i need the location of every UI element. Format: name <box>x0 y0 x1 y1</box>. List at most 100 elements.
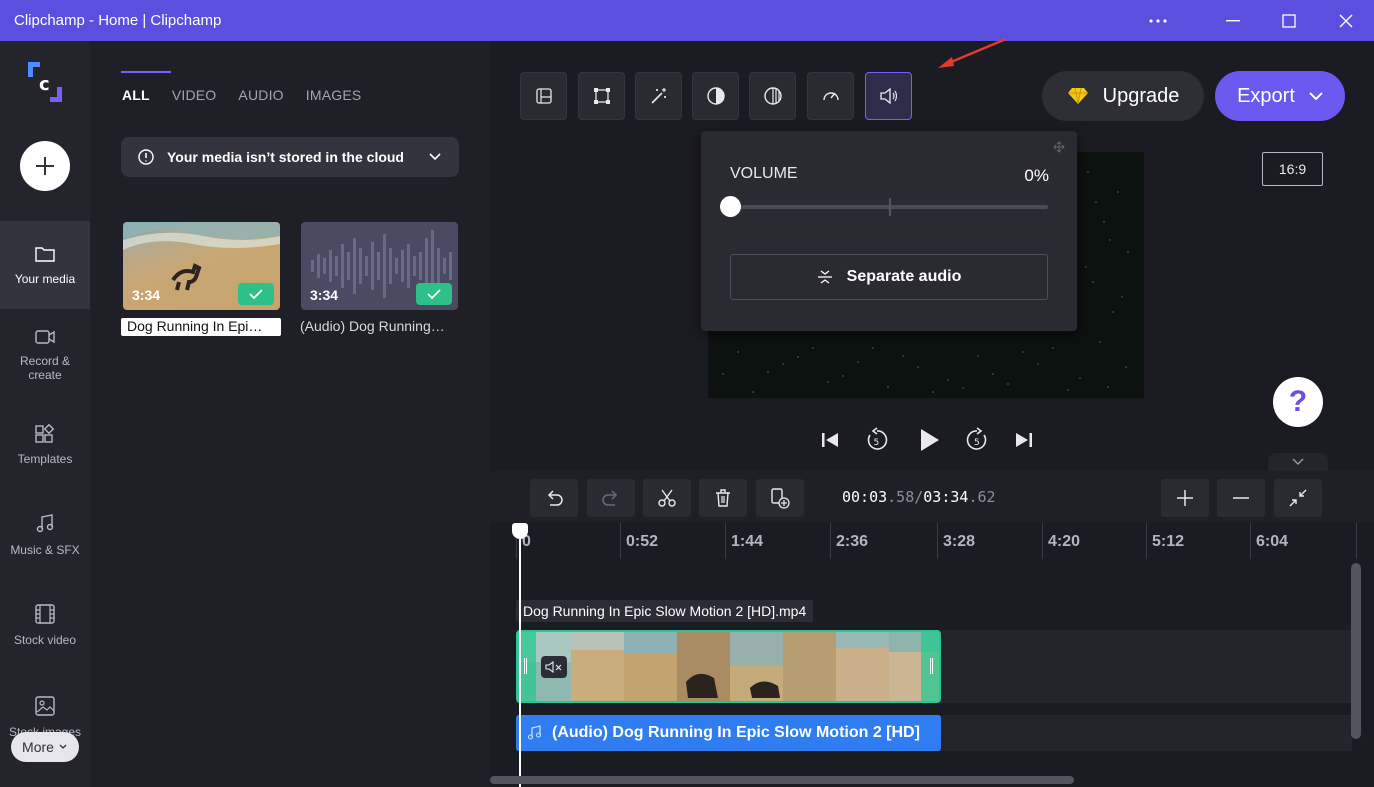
redo-button[interactable] <box>587 479 635 517</box>
tick-label: 4:20 <box>1048 533 1080 551</box>
zoom-in-button[interactable] <box>1161 479 1209 517</box>
more-button[interactable]: More <box>11 732 79 762</box>
trim-handle-left[interactable] <box>524 658 527 674</box>
timeline-tracks: Dog Running In Epic Slow Motion 2 [HD].m… <box>490 563 1374 787</box>
chevron-down-icon <box>1292 458 1304 466</box>
split-button[interactable] <box>643 479 691 517</box>
cloud-notice-text: Your media isn’t stored in the cloud <box>167 149 404 165</box>
tick-line <box>937 523 938 559</box>
play-button[interactable] <box>912 425 946 455</box>
rewind-5-icon: 5 <box>864 427 890 453</box>
sidebar-item-music-sfx[interactable]: Music & SFX <box>0 491 90 579</box>
filters-tool-button[interactable] <box>749 72 796 120</box>
check-icon <box>426 288 442 300</box>
tick-line <box>1356 523 1357 559</box>
media-item-name[interactable]: Dog Running In Epi… <box>121 318 281 336</box>
more-label: More <box>22 739 54 755</box>
check-icon <box>248 288 264 300</box>
clipchamp-logo[interactable]: c <box>22 59 68 105</box>
fit-timeline-button[interactable] <box>1274 479 1322 517</box>
skip-end-icon <box>1014 431 1034 449</box>
aspect-ratio-button[interactable]: 16:9 <box>1262 152 1323 186</box>
playhead[interactable] <box>519 523 521 787</box>
layout-tool-button[interactable] <box>520 72 567 120</box>
separate-audio-label: Separate audio <box>847 268 962 286</box>
annotation-arrow-icon <box>930 35 1010 75</box>
close-icon[interactable] <box>1318 0 1374 41</box>
rewind-5-button[interactable]: 5 <box>862 425 892 455</box>
contrast-icon <box>706 86 726 106</box>
forward-5-icon: 5 <box>964 427 990 453</box>
cloud-notice-banner[interactable]: Your media isn’t stored in the cloud <box>121 137 459 177</box>
volume-value: 0% <box>1024 166 1049 186</box>
drag-handle-icon[interactable] <box>1053 141 1065 153</box>
crop-tool-button[interactable] <box>578 72 625 120</box>
muted-badge[interactable] <box>541 656 567 678</box>
clip-name-label: Dog Running In Epic Slow Motion 2 [HD].m… <box>516 600 813 622</box>
sidebar-item-templates[interactable]: Templates <box>0 401 90 489</box>
duplicate-button[interactable] <box>756 479 804 517</box>
vertical-scrollbar[interactable] <box>1351 563 1361 739</box>
tab-audio[interactable]: AUDIO <box>238 87 283 103</box>
sidebar-item-label: Stock video <box>14 633 76 647</box>
collapse-arrows-icon <box>1288 488 1308 508</box>
trash-icon <box>713 488 733 508</box>
crop-icon <box>593 87 611 105</box>
tab-images[interactable]: IMAGES <box>306 87 362 103</box>
video-clip[interactable] <box>516 630 941 703</box>
current-ms: .58 <box>887 488 914 506</box>
duplicate-icon <box>769 487 791 509</box>
sidebar-item-stock-video[interactable]: Stock video <box>0 581 90 669</box>
tab-video[interactable]: VIDEO <box>172 87 217 103</box>
forward-5-button[interactable]: 5 <box>962 425 992 455</box>
media-item-video[interactable]: 3:34 <box>123 222 280 310</box>
volume-slider-knob[interactable] <box>720 196 741 217</box>
speed-tool-button[interactable] <box>807 72 854 120</box>
volume-slider-default-mark <box>889 198 891 216</box>
active-tab-indicator <box>121 71 171 73</box>
sidebar-item-label: Music & SFX <box>10 543 79 557</box>
duration-label: 3:34 <box>310 287 338 303</box>
mute-icon <box>545 660 563 674</box>
svg-text:c: c <box>39 74 50 95</box>
skip-back-button[interactable] <box>816 425 844 455</box>
collapse-timeline-handle[interactable] <box>1268 453 1328 471</box>
left-sidebar: c Your media Record & create Templates M… <box>0 41 90 787</box>
minimize-icon[interactable] <box>1205 0 1261 41</box>
adjust-tool-button[interactable] <box>692 72 739 120</box>
create-new-button[interactable] <box>20 141 70 191</box>
sidebar-item-record-create[interactable]: Record & create <box>0 311 90 399</box>
chevron-down-icon <box>1309 92 1323 101</box>
ellipsis-icon[interactable] <box>1130 0 1186 41</box>
trim-handle-right[interactable] <box>930 658 933 674</box>
timeline-ruler[interactable]: 0 0:52 1:44 2:36 3:28 4:20 5:12 6:04 <box>490 523 1374 563</box>
audio-tool-button[interactable] <box>865 72 912 120</box>
volume-popup: VOLUME 0% Separate audio <box>701 131 1077 331</box>
maximize-icon[interactable] <box>1261 0 1317 41</box>
horizontal-scrollbar[interactable] <box>490 776 1074 784</box>
playhead-handle[interactable] <box>512 523 528 539</box>
magic-tool-button[interactable] <box>635 72 682 120</box>
svg-text:5: 5 <box>874 438 880 448</box>
delete-button[interactable] <box>699 479 747 517</box>
media-item-audio[interactable]: 3:34 <box>301 222 458 310</box>
media-item-name[interactable]: (Audio) Dog Running… <box>294 318 454 336</box>
sidebar-item-your-media[interactable]: Your media <box>0 221 90 309</box>
audio-clip[interactable]: (Audio) Dog Running In Epic Slow Motion … <box>516 715 941 751</box>
separate-audio-button[interactable]: Separate audio <box>730 254 1048 300</box>
skip-forward-button[interactable] <box>1010 425 1038 455</box>
help-button[interactable]: ? <box>1273 377 1323 427</box>
layout-icon <box>535 87 553 105</box>
zoom-out-button[interactable] <box>1217 479 1265 517</box>
added-check-badge <box>416 283 452 305</box>
undo-button[interactable] <box>530 479 578 517</box>
clip-filmstrip <box>518 632 939 701</box>
separate-icon <box>817 269 833 285</box>
export-button[interactable]: Export <box>1215 71 1345 121</box>
upgrade-button[interactable]: Upgrade <box>1042 71 1204 121</box>
templates-icon <box>34 424 56 444</box>
redo-icon <box>601 489 621 507</box>
zoom-out-icon <box>1231 488 1251 508</box>
tab-all[interactable]: ALL <box>122 87 150 103</box>
film-icon <box>34 603 56 625</box>
